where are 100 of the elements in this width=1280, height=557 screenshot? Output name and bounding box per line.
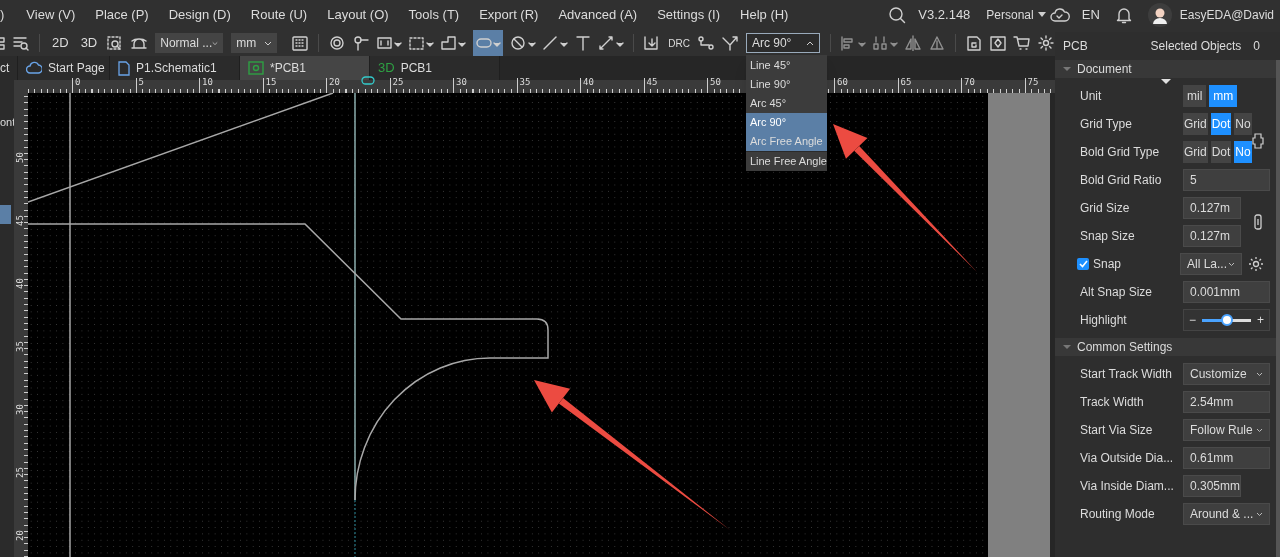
field-label: Highlight	[1080, 312, 1128, 329]
ruler-label: 0	[72, 78, 81, 90]
drc-button[interactable]: DRC	[668, 35, 690, 51]
toggle-option[interactable]: Grid	[1183, 113, 1208, 135]
selected-count: 0	[1253, 38, 1260, 55]
field-label: Routing Mode	[1080, 506, 1156, 523]
cart-icon[interactable]	[1012, 35, 1031, 51]
bell-icon[interactable]	[1115, 6, 1132, 24]
field-label: Grid Size	[1080, 200, 1131, 217]
target-icon[interactable]	[328, 35, 347, 51]
toggle-option[interactable]: mil	[1183, 85, 1207, 107]
pcb-file-icon[interactable]	[988, 35, 1007, 51]
arch-icon[interactable]	[130, 35, 149, 51]
menu-item[interactable]: Help (H)	[730, 5, 799, 25]
language-button[interactable]: EN	[1081, 5, 1100, 25]
toggle-option[interactable]: Grid	[1183, 141, 1208, 163]
fork-icon[interactable]	[720, 35, 739, 51]
menu-item[interactable]: Tools (T)	[398, 5, 470, 25]
caret-icon	[264, 40, 273, 46]
route-icon[interactable]	[696, 35, 715, 51]
frame-icon[interactable]	[376, 35, 403, 51]
step-shape-icon[interactable]	[440, 35, 467, 51]
toggle-option[interactable]: Dot	[1210, 141, 1232, 163]
avatar-icon[interactable]	[1147, 3, 1172, 27]
input-field[interactable]: 0.305mm	[1183, 475, 1241, 497]
document-tab[interactable]: ct	[0, 56, 18, 80]
menu-item[interactable]: Design (D)	[158, 5, 241, 25]
dashed-square-icon[interactable]	[408, 35, 435, 51]
gerber-file-icon[interactable]	[964, 35, 983, 51]
field-label: Unit	[1080, 88, 1103, 105]
menu-item[interactable]: Export (R)	[469, 5, 549, 25]
cloud-icon[interactable]	[1049, 7, 1070, 23]
menu-item[interactable]: Layout (O)	[317, 5, 399, 25]
rounded-rectangle-icon[interactable]	[473, 30, 504, 56]
menu-item[interactable]: Route (U)	[240, 5, 318, 25]
search-list-icon[interactable]	[12, 35, 30, 51]
select-field[interactable]: Follow Rule	[1183, 419, 1270, 441]
link-icon[interactable]	[1254, 214, 1262, 230]
menu-item[interactable]: Settings (I)	[647, 5, 731, 25]
toggle-option[interactable]: No	[1234, 113, 1252, 135]
distribute-icon[interactable]	[871, 35, 898, 51]
input-field[interactable]: 0.61mm	[1183, 447, 1270, 469]
field-label: Bold Grid Ratio	[1080, 172, 1163, 189]
input-field[interactable]: 5	[1183, 169, 1270, 191]
field-label: Snap Size	[1080, 228, 1136, 245]
cloud-icon	[26, 61, 42, 75]
routing-angle-dropdown[interactable]: Arc 90°	[745, 33, 820, 53]
settings-icon[interactable]	[1036, 35, 1055, 51]
menu-item[interactable]: Place (P)	[85, 5, 159, 25]
capsule-icon	[361, 76, 375, 85]
input-field[interactable]: 0.127m	[1183, 197, 1241, 219]
dimension-icon[interactable]	[598, 35, 625, 51]
menu-item[interactable]: View (V)	[16, 5, 86, 25]
dropdown-option[interactable]: Arc 90°	[745, 113, 827, 132]
input-field[interactable]: 0.127m	[1183, 225, 1241, 247]
text-icon[interactable]	[574, 35, 593, 51]
mirror-icon[interactable]	[903, 35, 922, 51]
grid-icon[interactable]	[291, 35, 310, 51]
checkbox[interactable]	[1077, 258, 1089, 270]
ruler-label: 10	[199, 78, 213, 90]
dropdown-option[interactable]: Arc 45°	[745, 94, 827, 113]
view-3d-button[interactable]: 3D	[80, 33, 98, 53]
bracket-icon[interactable]	[1252, 133, 1264, 149]
triangle-icon[interactable]	[927, 35, 946, 51]
menu-item[interactable]: Advanced (A)	[548, 5, 648, 25]
line-icon[interactable]	[542, 35, 569, 51]
select-field[interactable]: Around & ...	[1183, 503, 1270, 525]
view-2d-button[interactable]: 2D	[52, 33, 69, 53]
select-field[interactable]: All La...	[1180, 253, 1242, 275]
unit-dropdown[interactable]: mm	[231, 33, 278, 53]
ruler-label: 5	[135, 78, 144, 90]
align-left-icon[interactable]	[839, 35, 866, 51]
scrollbar[interactable]	[1276, 60, 1280, 557]
caret-icon	[1256, 427, 1263, 433]
ruler-label: 20	[15, 530, 25, 541]
layers-icon[interactable]	[0, 35, 6, 51]
menu-item[interactable]: )	[0, 5, 17, 25]
select-field[interactable]: Customize	[1183, 363, 1270, 385]
caret-icon	[1256, 371, 1263, 377]
ruler-label: 45	[643, 78, 658, 90]
ruler-label: 35	[516, 78, 531, 90]
layer-dropdown[interactable]: Normal ...	[155, 33, 224, 53]
user-name[interactable]: EasyEDA@David	[1179, 6, 1280, 24]
pin-icon[interactable]	[352, 35, 371, 51]
plus-button[interactable]: +	[1257, 311, 1264, 329]
ruler-label: 50	[15, 152, 25, 163]
search-icon[interactable]	[888, 6, 907, 24]
plan-dropdown[interactable]: Personal	[986, 6, 1046, 24]
input-field[interactable]: 2.54mm	[1183, 391, 1270, 413]
pcb-canvas[interactable]	[28, 93, 988, 557]
dropdown-option[interactable]: Line 90°	[745, 75, 827, 94]
minus-button[interactable]: −	[1189, 311, 1196, 329]
slider-thumb[interactable]	[1220, 313, 1233, 326]
caret-icon	[212, 40, 219, 46]
settings-icon[interactable]	[1248, 256, 1264, 272]
input-field[interactable]: 0.001mm	[1183, 281, 1270, 303]
dropdown-option[interactable]: Line 45°	[745, 56, 827, 75]
document-icon	[118, 60, 130, 76]
circle-slash-icon[interactable]	[510, 35, 537, 51]
pcb-icon	[248, 61, 264, 75]
